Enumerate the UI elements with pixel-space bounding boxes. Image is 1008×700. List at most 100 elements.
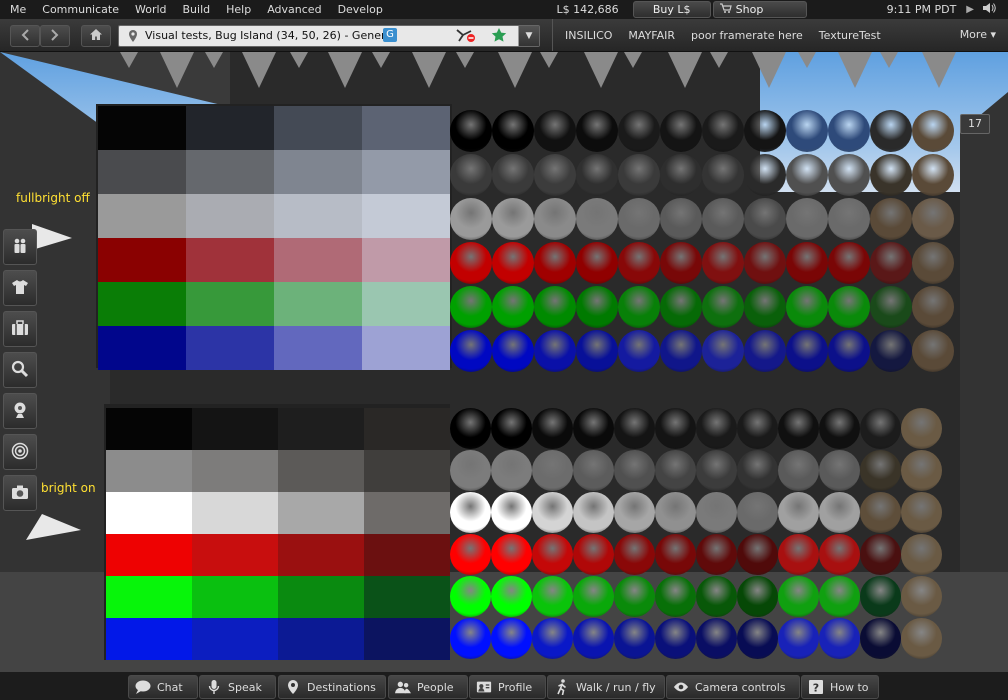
test-sphere [655, 618, 696, 659]
destinations-button[interactable]: Destinations [278, 675, 386, 699]
label-fullbright-off: fullbright off [16, 191, 90, 205]
volume-icon[interactable] [982, 2, 996, 17]
speak-button[interactable]: Speak [199, 675, 276, 699]
menu-develop[interactable]: Develop [330, 0, 391, 19]
shop-button[interactable]: Shop [712, 1, 807, 18]
favorite-insilico[interactable]: INSILICO [557, 29, 620, 42]
label-bright-on: bright on [41, 481, 96, 495]
favorite-star-icon[interactable] [491, 27, 507, 46]
landmark-info-icon[interactable] [127, 29, 139, 43]
color-swatch [362, 194, 450, 238]
buy-currency-button[interactable]: Buy L$ [632, 1, 711, 18]
test-sphere [492, 242, 534, 284]
test-sphere [912, 242, 954, 284]
test-sphere [901, 450, 942, 491]
search-tool-button[interactable] [3, 352, 37, 388]
more-label: More [959, 28, 987, 41]
menu-me[interactable]: Me [0, 0, 34, 19]
test-sphere [450, 330, 492, 372]
test-sphere [655, 576, 696, 617]
color-swatch [362, 282, 450, 326]
balance-readout[interactable]: L$ 142,686 [557, 3, 619, 16]
inventory-icon [11, 319, 29, 339]
test-sphere [819, 492, 860, 533]
forward-arrow-icon [51, 28, 59, 44]
help-question-icon: ? [808, 679, 824, 695]
test-sphere [450, 492, 491, 533]
people-button[interactable]: People [388, 675, 468, 699]
ceiling-spike [498, 52, 532, 88]
location-input[interactable]: Visual tests, Bug Island (34, 50, 26) - … [118, 25, 540, 47]
test-sphere [532, 618, 573, 659]
test-sphere [901, 576, 942, 617]
ceiling-spike [838, 52, 872, 88]
test-sphere [655, 408, 696, 449]
chat-label: Chat [157, 680, 183, 694]
appearance-tool-button[interactable] [3, 270, 37, 306]
test-sphere [744, 242, 786, 284]
ceiling-spike [242, 52, 276, 88]
test-sphere [450, 450, 491, 491]
menu-build[interactable]: Build [175, 0, 219, 19]
clock: 9:11 PM PDT [886, 3, 957, 16]
color-swatch [278, 408, 364, 450]
test-sphere [696, 450, 737, 491]
color-swatch [186, 150, 274, 194]
forward-button[interactable] [40, 25, 70, 47]
test-sphere [491, 534, 532, 575]
test-sphere [573, 492, 614, 533]
test-sphere [573, 450, 614, 491]
test-sphere [870, 286, 912, 328]
menu-bar: Me Communicate World Build Help Advanced… [0, 0, 1008, 19]
test-sphere [737, 576, 778, 617]
test-sphere [576, 286, 618, 328]
media-play-icon[interactable]: ▶ [966, 4, 974, 15]
test-sphere [618, 198, 660, 240]
how-to-button[interactable]: ? How to [801, 675, 879, 699]
camera-tool-button[interactable] [3, 475, 37, 511]
menu-communicate[interactable]: Communicate [34, 0, 127, 19]
world-viewport[interactable]: fullbright off bright on 17 [0, 52, 1008, 672]
test-sphere [450, 408, 491, 449]
test-sphere [828, 242, 870, 284]
color-swatch [192, 450, 278, 492]
test-sphere [576, 154, 618, 196]
color-swatch [364, 576, 450, 618]
snapshot-tool-button[interactable] [3, 393, 37, 429]
inventory-tool-button[interactable] [3, 311, 37, 347]
favorites-more-button[interactable]: More ▾ [960, 28, 996, 41]
people-group-icon [395, 679, 411, 695]
test-sphere [614, 534, 655, 575]
color-swatch [192, 618, 278, 660]
map-pin-icon [285, 679, 301, 695]
camera-controls-button[interactable]: Camera controls [666, 675, 800, 699]
radar-tool-button[interactable] [3, 434, 37, 470]
home-button[interactable] [81, 25, 111, 47]
profile-button[interactable]: Profile [469, 675, 546, 699]
ceiling-spike [205, 52, 223, 68]
walk-run-fly-button[interactable]: Walk / run / fly [547, 675, 665, 699]
favorite-mayfair[interactable]: MAYFAIR [620, 29, 683, 42]
ceiling-spike [880, 52, 898, 68]
menu-world[interactable]: World [127, 0, 175, 19]
test-sphere [618, 154, 660, 196]
favorite-poor-framerate[interactable]: poor framerate here [683, 29, 811, 42]
back-button[interactable] [10, 25, 40, 47]
location-dropdown-button[interactable]: ▼ [518, 26, 539, 46]
favorite-texturetest[interactable]: TextureTest [811, 29, 889, 42]
color-swatch [274, 106, 362, 150]
chat-bubble-icon [135, 679, 151, 695]
chevron-down-icon: ▾ [990, 28, 996, 41]
test-sphere [491, 492, 532, 533]
test-sphere [573, 618, 614, 659]
chat-button[interactable]: Chat [128, 675, 198, 699]
pointer-marker-bottom [26, 514, 81, 540]
test-sphere [744, 198, 786, 240]
people-tool-button[interactable] [3, 229, 37, 265]
menu-help[interactable]: Help [218, 0, 259, 19]
test-sphere [573, 408, 614, 449]
test-sphere [702, 154, 744, 196]
test-sphere [660, 110, 702, 152]
menu-advanced[interactable]: Advanced [259, 0, 329, 19]
test-sphere [912, 110, 954, 152]
